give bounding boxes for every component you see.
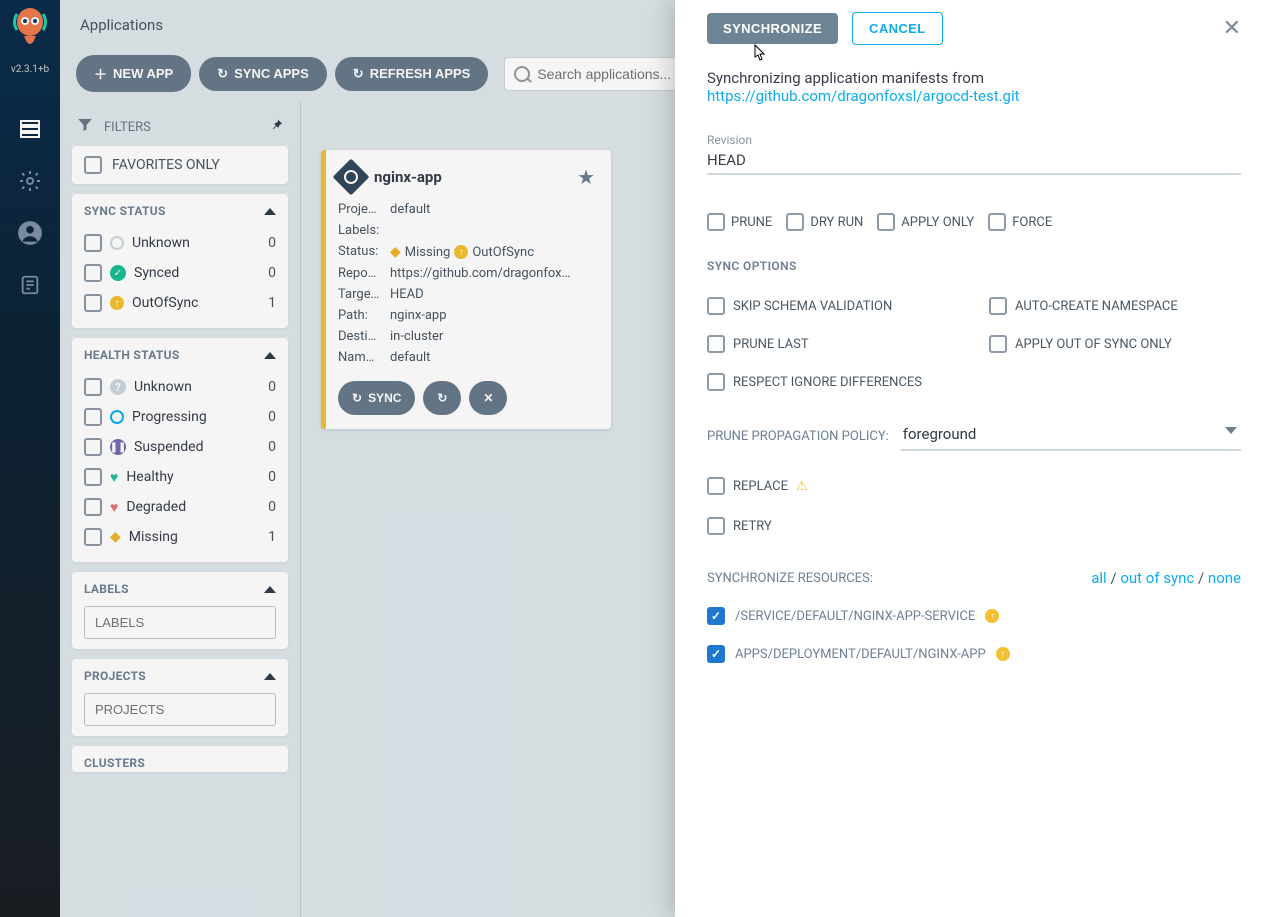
panel-description: Synchronizing application manifests from… [707,69,1241,105]
synchronize-button[interactable]: SYNCHRONIZE [707,13,838,44]
force-checkbox[interactable]: FORCE [988,213,1052,231]
chevron-down-icon [1225,427,1237,434]
replace-checkbox[interactable]: REPLACE ⚠ [707,471,1241,501]
dryrun-checkbox[interactable]: DRY RUN [786,213,863,231]
cancel-button[interactable]: CANCEL [852,12,943,45]
checked-icon[interactable]: ✓ [707,645,725,663]
sync-flags: PRUNE DRY RUN APPLY ONLY FORCE [707,213,1241,231]
ppp-select[interactable]: foreground [901,421,1241,451]
ppp-label: PRUNE PROPAGATION POLICY: [707,429,889,444]
close-icon[interactable]: ✕ [1223,16,1241,41]
prune-last-checkbox[interactable]: PRUNE LAST [707,329,959,359]
auto-ns-checkbox[interactable]: AUTO-CREATE NAMESPACE [989,291,1241,321]
apply-oos-checkbox[interactable]: APPLY OUT OF SYNC ONLY [989,329,1241,359]
outofsync-icon: ↑ [996,647,1010,661]
applyonly-checkbox[interactable]: APPLY ONLY [877,213,974,231]
select-oos-link[interactable]: out of sync [1120,569,1194,587]
select-all-link[interactable]: all [1091,569,1106,587]
repo-link[interactable]: https://github.com/dragonfoxsl/argocd-te… [707,87,1020,105]
skip-schema-checkbox[interactable]: SKIP SCHEMA VALIDATION [707,291,959,321]
revision-input[interactable]: HEAD [707,147,1241,175]
revision-label: Revision [707,133,1241,147]
retry-checkbox[interactable]: RETRY [707,511,1241,541]
sync-options-title: SYNC OPTIONS [707,259,1241,273]
resource-row[interactable]: ✓APPS/DEPLOYMENT/DEFAULT/NGINX-APP↑ [707,645,1241,663]
resource-row[interactable]: ✓/SERVICE/DEFAULT/NGINX-APP-SERVICE↑ [707,607,1241,625]
prune-checkbox[interactable]: PRUNE [707,213,772,231]
respect-ignore-checkbox[interactable]: RESPECT IGNORE DIFFERENCES [707,367,959,397]
sync-panel: SYNCHRONIZE CANCEL ✕ Synchronizing appli… [675,0,1273,917]
warning-icon: ⚠ [796,479,808,494]
outofsync-icon: ↑ [985,609,999,623]
sync-resources-label: SYNCHRONIZE RESOURCES: [707,571,873,586]
checked-icon[interactable]: ✓ [707,607,725,625]
select-none-link[interactable]: none [1208,569,1241,587]
